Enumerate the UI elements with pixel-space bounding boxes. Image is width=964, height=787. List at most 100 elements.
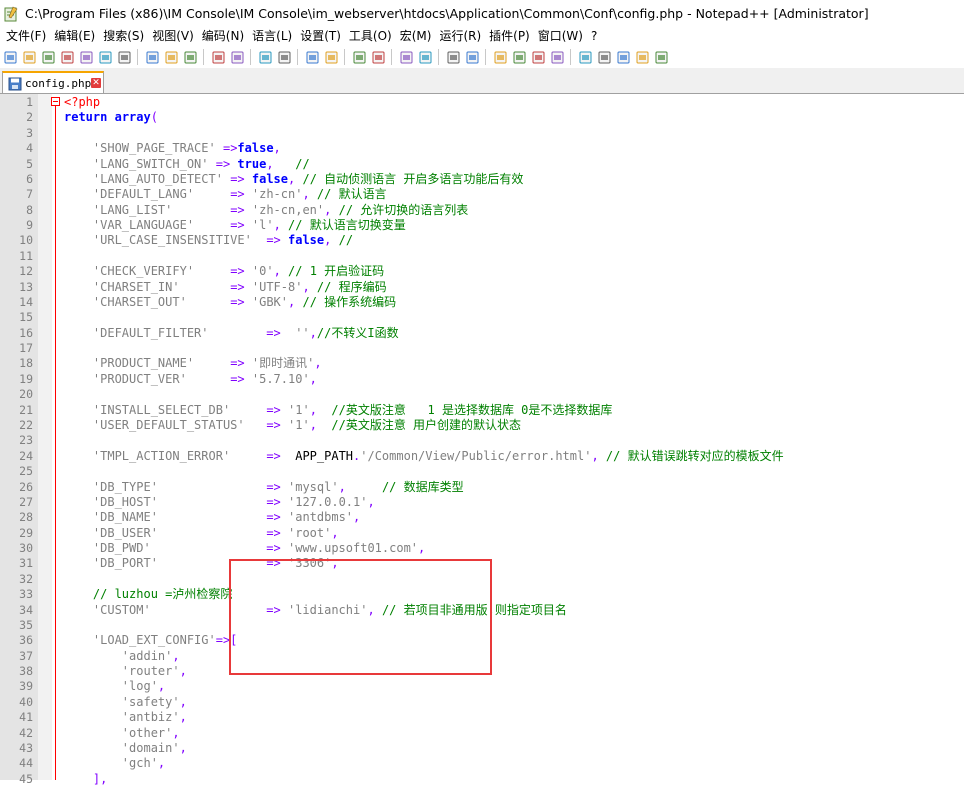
menu-item-7[interactable]: 工具(O)	[345, 28, 396, 46]
code-line[interactable]: 42 'other',	[0, 726, 964, 741]
code-line[interactable]: 44 'gch',	[0, 756, 964, 771]
doc-map-icon[interactable]	[492, 49, 509, 65]
menu-item-3[interactable]: 视图(V)	[148, 28, 198, 46]
save-all-icon[interactable]	[59, 49, 76, 65]
code-line[interactable]: 43 'domain',	[0, 741, 964, 756]
code-line[interactable]: 25	[0, 464, 964, 479]
code-line[interactable]: 6 'LANG_AUTO_DETECT' => false, // 自动侦测语言…	[0, 172, 964, 187]
line-number: 7	[26, 187, 33, 202]
code-line[interactable]: 27 'DB_HOST' => '127.0.0.1',	[0, 495, 964, 510]
toolbar-separator	[297, 49, 298, 65]
sync-horizontal-icon[interactable]	[370, 49, 387, 65]
code-line[interactable]: 19 'PRODUCT_VER' => '5.7.10',	[0, 372, 964, 387]
close-icon[interactable]	[78, 49, 95, 65]
folder-workspace-icon[interactable]	[530, 49, 547, 65]
code-editor[interactable]: 1 <?php 2 return array(3 4 'SHOW_PAGE_TRACE'…	[0, 94, 964, 786]
menu-item-9[interactable]: 运行(R)	[435, 28, 485, 46]
user-language-icon[interactable]	[464, 49, 481, 65]
zoom-in-icon[interactable]	[304, 49, 321, 65]
code-line[interactable]: 4 'SHOW_PAGE_TRACE' =>false,	[0, 141, 964, 156]
save-macro-icon[interactable]	[653, 49, 670, 65]
code-line[interactable]: 21 'INSTALL_SELECT_DB' => '1', //英文版注意 1…	[0, 403, 964, 418]
code-text: 'safety',	[121, 694, 187, 709]
copy-icon[interactable]	[163, 49, 180, 65]
code-line[interactable]: 10 'URL_CASE_INSENSITIVE' => false, //	[0, 233, 964, 248]
stop-macro-icon[interactable]	[596, 49, 613, 65]
code-line[interactable]: 30 'DB_PWD' => 'www.upsoft01.com',	[0, 541, 964, 556]
show-all-chars-icon[interactable]	[417, 49, 434, 65]
line-number: 35	[19, 617, 33, 632]
code-line[interactable]: 18 'PRODUCT_NAME' => '即时通讯',	[0, 356, 964, 371]
code-line[interactable]: 17	[0, 341, 964, 356]
code-line[interactable]: 3	[0, 126, 964, 141]
menu-item-1[interactable]: 编辑(E)	[50, 28, 99, 46]
menu-item-4[interactable]: 编码(N)	[198, 28, 248, 46]
indent-guide-icon[interactable]	[445, 49, 462, 65]
code-line[interactable]: 39 'log',	[0, 679, 964, 694]
redo-icon[interactable]	[229, 49, 246, 65]
code-line[interactable]: 8 'LANG_LIST' => 'zh-cn,en', // 允许切换的语言列…	[0, 203, 964, 218]
code-line[interactable]: 26 'DB_TYPE' => 'mysql', // 数据库类型	[0, 480, 964, 495]
code-line[interactable]: 5 'LANG_SWITCH_ON' => true, //	[0, 157, 964, 172]
close-all-icon[interactable]	[97, 49, 114, 65]
tab-config-php[interactable]: config.php ✕	[2, 71, 104, 93]
code-text: 'LANG_SWITCH_ON' => true, //	[92, 156, 310, 171]
menu-item-2[interactable]: 搜索(S)	[99, 28, 148, 46]
toolbar-separator	[485, 49, 486, 65]
menu-item-0[interactable]: 文件(F)	[0, 28, 50, 46]
code-line[interactable]: 16 'DEFAULT_FILTER' => '',//不转义I函数	[0, 326, 964, 341]
code-line[interactable]: 1 <?php	[0, 95, 964, 110]
code-line[interactable]: 41 'antbiz',	[0, 710, 964, 725]
code-line[interactable]: 22 'USER_DEFAULT_STATUS' => '1', //英文版注意…	[0, 418, 964, 433]
tab-close-icon[interactable]: ✕	[91, 78, 101, 88]
code-line[interactable]: 11	[0, 249, 964, 264]
code-line[interactable]: 28 'DB_NAME' => 'antdbms',	[0, 510, 964, 525]
code-line[interactable]: 12 'CHECK_VERIFY' => '0', // 1 开启验证码	[0, 264, 964, 279]
function-list-icon[interactable]	[511, 49, 528, 65]
code-line[interactable]: 2 return array(	[0, 110, 964, 125]
code-line[interactable]: 9 'VAR_LANGUAGE' => 'l', // 默认语言切换变量	[0, 218, 964, 233]
new-file-icon[interactable]	[2, 49, 19, 65]
replace-icon[interactable]	[276, 49, 293, 65]
monitoring-icon[interactable]	[549, 49, 566, 65]
menu-item-10[interactable]: 插件(P)	[485, 28, 534, 46]
line-number: 17	[19, 341, 33, 356]
code-line[interactable]: 29 'DB_USER' => 'root',	[0, 526, 964, 541]
find-icon[interactable]	[257, 49, 274, 65]
menu-item-5[interactable]: 语言(L)	[248, 28, 296, 46]
word-wrap-icon[interactable]	[398, 49, 415, 65]
zoom-out-icon[interactable]	[323, 49, 340, 65]
paste-icon[interactable]	[182, 49, 199, 65]
menu-item-11[interactable]: 窗口(W)	[534, 28, 587, 46]
code-line[interactable]: 15	[0, 310, 964, 325]
code-line[interactable]: 7 'DEFAULT_LANG' => 'zh-cn', // 默认语言	[0, 187, 964, 202]
code-text: <?php	[64, 95, 101, 109]
code-line[interactable]: 23	[0, 433, 964, 448]
code-text: 'router',	[121, 664, 187, 679]
sync-vertical-icon[interactable]	[351, 49, 368, 65]
code-line[interactable]: 45 ],	[0, 772, 964, 787]
menu-item-8[interactable]: 宏(M)	[396, 28, 436, 46]
cut-icon[interactable]	[144, 49, 161, 65]
undo-icon[interactable]	[210, 49, 227, 65]
print-icon[interactable]	[116, 49, 133, 65]
code-text: 'LANG_AUTO_DETECT' => false, // 自动侦测语言 开…	[92, 171, 524, 186]
code-text: 'domain',	[121, 740, 187, 755]
menu-item-6[interactable]: 设置(T)	[296, 28, 345, 46]
code-line[interactable]: 20	[0, 387, 964, 402]
save-icon[interactable]	[40, 49, 57, 65]
code-text: return array(	[64, 110, 158, 125]
code-text: 'CHECK_VERIFY' => '0', // 1 开启验证码	[92, 264, 385, 279]
open-file-icon[interactable]	[21, 49, 38, 65]
line-number: 3	[26, 125, 33, 140]
menu-item-12[interactable]: ?	[587, 28, 601, 46]
play-macro-icon[interactable]	[615, 49, 632, 65]
line-number: 13	[19, 279, 33, 294]
record-macro-icon[interactable]	[577, 49, 594, 65]
code-line[interactable]: 24 'TMPL_ACTION_ERROR' => APP_PATH.'/Com…	[0, 449, 964, 464]
run-macro-multiple-icon[interactable]	[634, 49, 651, 65]
code-line[interactable]: 13 'CHARSET_IN' => 'UTF-8', // 程序编码	[0, 280, 964, 295]
code-line[interactable]: 14 'CHARSET_OUT' => 'GBK', // 操作系统编码	[0, 295, 964, 310]
code-text: 'gch',	[121, 756, 166, 771]
code-line[interactable]: 40 'safety',	[0, 695, 964, 710]
